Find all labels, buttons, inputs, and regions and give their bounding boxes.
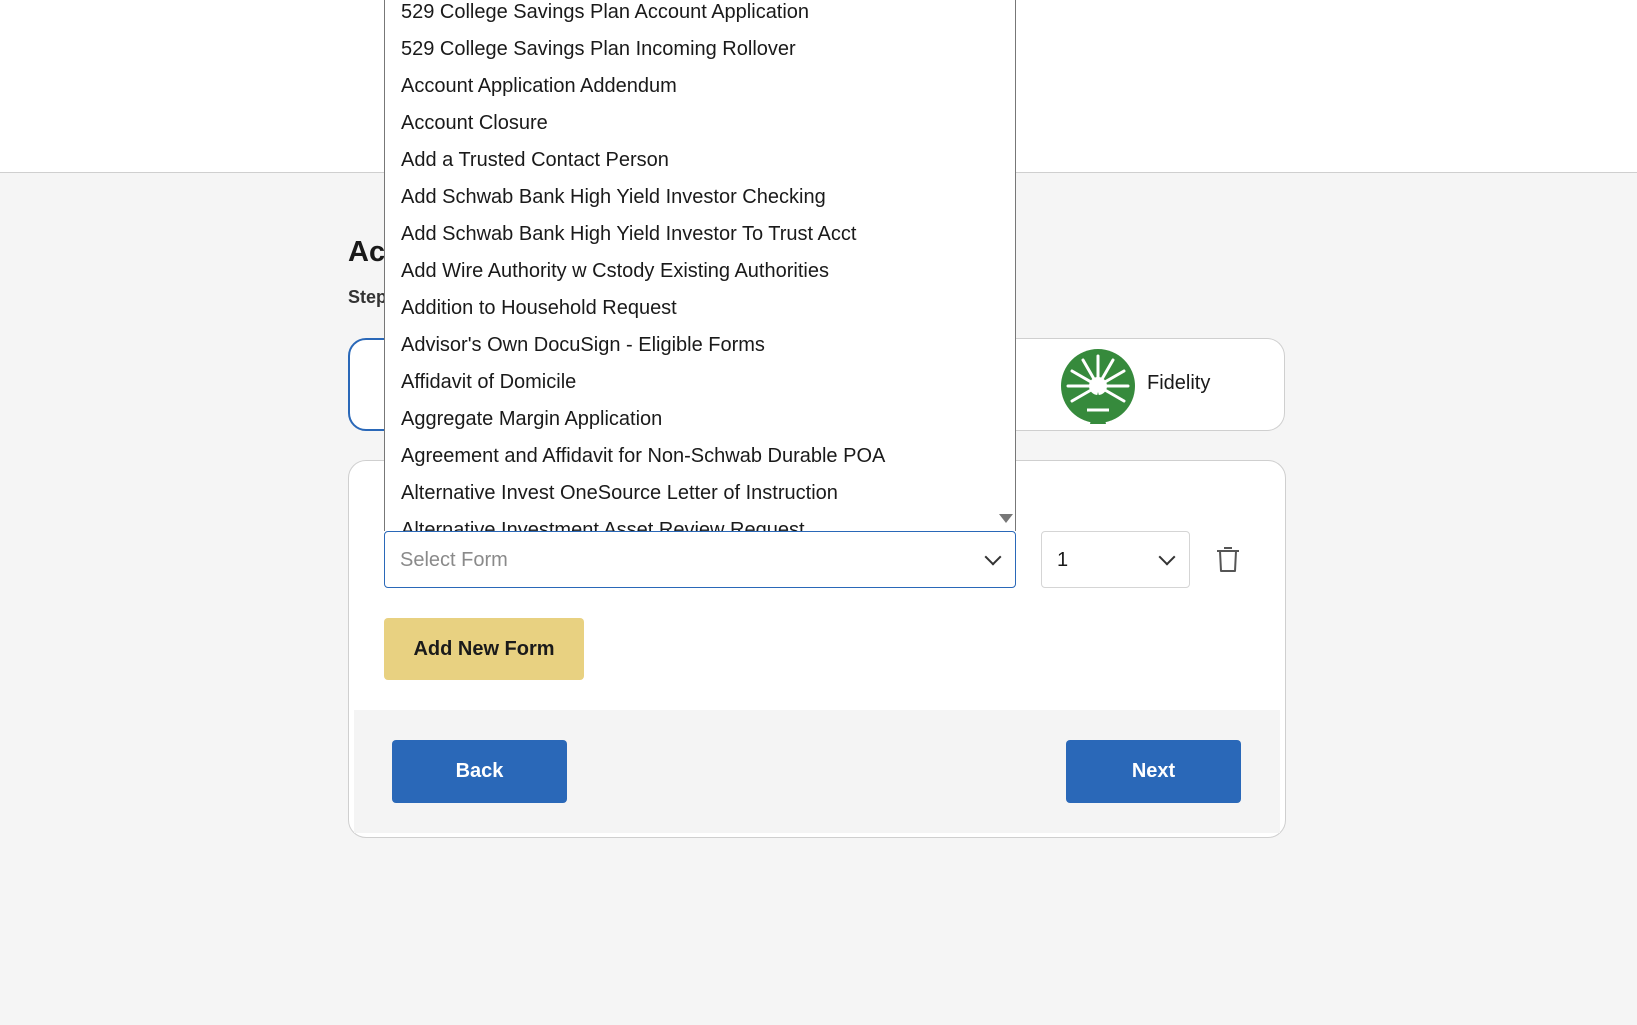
dropdown-option[interactable]: Alternative Invest OneSource Letter of I… (385, 475, 1015, 512)
scroll-down-icon[interactable] (999, 514, 1013, 523)
chevron-down-icon (1158, 548, 1176, 566)
next-button[interactable]: Next (1066, 740, 1241, 803)
step-label: Step (348, 287, 388, 307)
dropdown-option[interactable]: Account Closure (385, 105, 1015, 142)
dropdown-option[interactable]: Aggregate Margin Application (385, 401, 1015, 438)
select-form-placeholder: Select Form (400, 549, 508, 571)
trash-icon[interactable] (1215, 545, 1241, 573)
quantity-select[interactable]: 1 (1041, 531, 1190, 588)
form-options-list: 529 College Savings Plan Account Applica… (385, 0, 1015, 531)
dropdown-option[interactable]: 529 College Savings Plan Incoming Rollov… (385, 31, 1015, 68)
dropdown-option[interactable]: Alternative Investment Asset Review Requ… (385, 512, 1015, 531)
back-button[interactable]: Back (392, 740, 567, 803)
dropdown-option[interactable]: Add Wire Authority w Cstody Existing Aut… (385, 253, 1015, 290)
select-form-dropdown[interactable]: Select Form (384, 531, 1016, 588)
dropdown-option[interactable]: Add a Trusted Contact Person (385, 142, 1015, 179)
form-options-listbox[interactable]: 529 College Savings Plan Account Applica… (384, 0, 1016, 531)
page-title: Ac (348, 236, 386, 268)
dropdown-option[interactable]: 529 College Savings Plan Account Applica… (385, 0, 1015, 31)
chevron-down-icon (984, 548, 1002, 566)
dropdown-option[interactable]: Add Schwab Bank High Yield Investor Chec… (385, 179, 1015, 216)
dropdown-option[interactable]: Account Application Addendum (385, 68, 1015, 105)
quantity-value: 1 (1057, 549, 1069, 571)
dropdown-option[interactable]: Add Schwab Bank High Yield Investor To T… (385, 216, 1015, 253)
custodian-card-fidelity[interactable]: Fidelity (990, 338, 1285, 431)
dropdown-option[interactable]: Agreement and Affidavit for Non-Schwab D… (385, 438, 1015, 475)
dropdown-option[interactable]: Addition to Household Request (385, 290, 1015, 327)
fidelity-logo-icon (1061, 349, 1135, 424)
fidelity-label: Fidelity (1147, 372, 1211, 394)
add-new-form-button[interactable]: Add New Form (384, 618, 584, 680)
dropdown-option[interactable]: Advisor's Own DocuSign - Eligible Forms (385, 327, 1015, 364)
dropdown-option[interactable]: Affidavit of Domicile (385, 364, 1015, 401)
